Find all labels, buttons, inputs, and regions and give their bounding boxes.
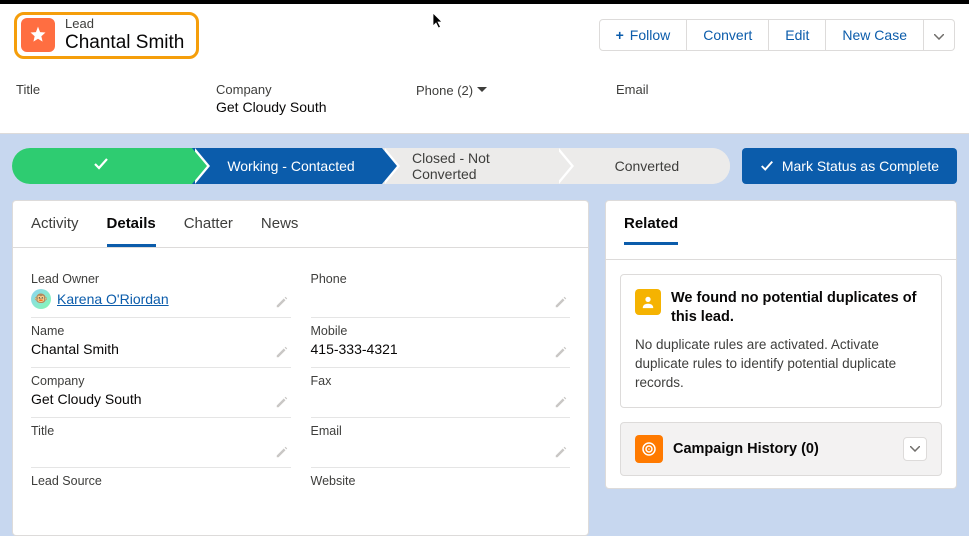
path-row: Working - Contacted Closed - Not Convert… (12, 148, 957, 184)
field-label: Lead Source (31, 474, 291, 488)
check-icon (93, 156, 109, 175)
field-label: Lead Owner (31, 272, 291, 286)
tab-details[interactable]: Details (107, 215, 156, 247)
campaign-history-card: Campaign History (0) (620, 422, 942, 476)
mark-complete-button[interactable]: Mark Status as Complete (742, 148, 957, 184)
duplicates-title: We found no potential duplicates of this… (671, 289, 927, 327)
field-lead-source: Lead Source (31, 468, 291, 517)
field-company: Company Get Cloudy South (31, 368, 291, 418)
field-label: Name (31, 324, 291, 338)
lead-owner-link[interactable]: Karena O'Riordan (57, 291, 169, 307)
field-name: Name Chantal Smith (31, 318, 291, 368)
field-lead-owner: Lead Owner 🐵 Karena O'Riordan (31, 266, 291, 318)
highlight-company-value: Get Cloudy South (216, 99, 336, 115)
field-website: Website (311, 468, 571, 517)
header-actions: Follow Convert Edit New Case (599, 19, 955, 51)
related-card: Related We found no potential duplicates… (605, 200, 957, 489)
edit-button[interactable]: Edit (769, 19, 826, 51)
field-fax: Fax (311, 368, 571, 418)
field-value (311, 441, 571, 459)
field-label: Title (31, 424, 291, 438)
field-label: Fax (311, 374, 571, 388)
campaign-icon (635, 435, 663, 463)
field-value: Chantal Smith (31, 341, 291, 359)
pencil-icon[interactable] (554, 445, 568, 459)
campaign-history-title[interactable]: Campaign History (0) (673, 441, 893, 457)
field-label: Website (311, 474, 571, 488)
highlight-phone-label[interactable]: Phone (2) (416, 83, 473, 98)
field-value (31, 491, 291, 509)
pencil-icon[interactable] (554, 345, 568, 359)
path-stage-converted[interactable]: Converted (556, 148, 730, 184)
field-label: Phone (311, 272, 571, 286)
pencil-icon[interactable] (275, 445, 289, 459)
field-value (311, 491, 571, 509)
new-case-button[interactable]: New Case (826, 19, 924, 51)
avatar: 🐵 (31, 289, 51, 309)
chevron-down-icon (934, 34, 944, 40)
field-phone: Phone (311, 266, 571, 318)
field-mobile: Mobile 415-333-4321 (311, 318, 571, 368)
duplicates-card: We found no potential duplicates of this… (620, 274, 942, 408)
chevron-down-icon (910, 446, 920, 452)
pencil-icon[interactable] (275, 395, 289, 409)
tab-news[interactable]: News (261, 215, 299, 247)
duplicates-body: No duplicate rules are activated. Activa… (635, 336, 927, 393)
page-body: Working - Contacted Closed - Not Convert… (0, 134, 969, 536)
path-stage-working[interactable]: Working - Contacted (192, 148, 382, 184)
more-actions-button[interactable] (924, 19, 955, 51)
field-value: 415-333-4321 (311, 341, 571, 359)
pencil-icon[interactable] (275, 345, 289, 359)
campaign-menu-button[interactable] (903, 437, 927, 461)
highlight-title: Title (16, 82, 136, 115)
field-title: Title (31, 418, 291, 468)
highlight-phone: Phone (2) (416, 82, 536, 115)
field-email: Email (311, 418, 571, 468)
convert-button[interactable]: Convert (687, 19, 769, 51)
highlight-email: Email (616, 82, 736, 115)
path-stage-label: Working - Contacted (227, 158, 354, 174)
tab-activity[interactable]: Activity (31, 215, 79, 247)
record-header: Lead Chantal Smith Follow Convert Edit N… (0, 4, 969, 88)
path-stage-closed[interactable]: Closed - Not Converted (382, 148, 556, 184)
highlight-company-label: Company (216, 82, 336, 97)
record-name: Chantal Smith (65, 32, 184, 54)
field-value: Get Cloudy South (31, 391, 291, 409)
highlights-row: Title Company Get Cloudy South Phone (2)… (0, 82, 969, 134)
record-tabs: Activity Details Chatter News (13, 201, 588, 248)
highlight-title-label: Title (16, 82, 136, 97)
field-label: Email (311, 424, 571, 438)
check-icon (760, 159, 774, 173)
pencil-icon[interactable] (554, 295, 568, 309)
details-grid: Lead Owner 🐵 Karena O'Riordan Phone Name… (13, 248, 588, 535)
lead-icon (21, 18, 55, 52)
person-icon (635, 289, 661, 315)
record-type-label: Lead (65, 17, 184, 32)
field-value (31, 441, 291, 459)
field-value (311, 289, 571, 307)
highlight-company: Company Get Cloudy South (216, 82, 336, 115)
path-stage-label: Converted (615, 158, 680, 174)
field-value (311, 391, 571, 409)
lead-title-block: Lead Chantal Smith (14, 12, 199, 59)
sales-path: Working - Contacted Closed - Not Convert… (12, 148, 730, 184)
field-label: Company (31, 374, 291, 388)
mark-complete-label: Mark Status as Complete (782, 158, 939, 174)
path-stage-label: Closed - Not Converted (412, 150, 534, 182)
field-label: Mobile (311, 324, 571, 338)
follow-button[interactable]: Follow (599, 19, 688, 51)
pencil-icon[interactable] (554, 395, 568, 409)
highlight-email-label: Email (616, 82, 736, 97)
path-stage-complete[interactable] (12, 148, 192, 184)
details-card: Activity Details Chatter News Lead Owner… (12, 200, 589, 536)
tab-chatter[interactable]: Chatter (184, 215, 233, 247)
related-tab[interactable]: Related (624, 215, 678, 245)
pencil-icon[interactable] (275, 295, 289, 309)
chevron-down-icon[interactable] (477, 87, 487, 93)
